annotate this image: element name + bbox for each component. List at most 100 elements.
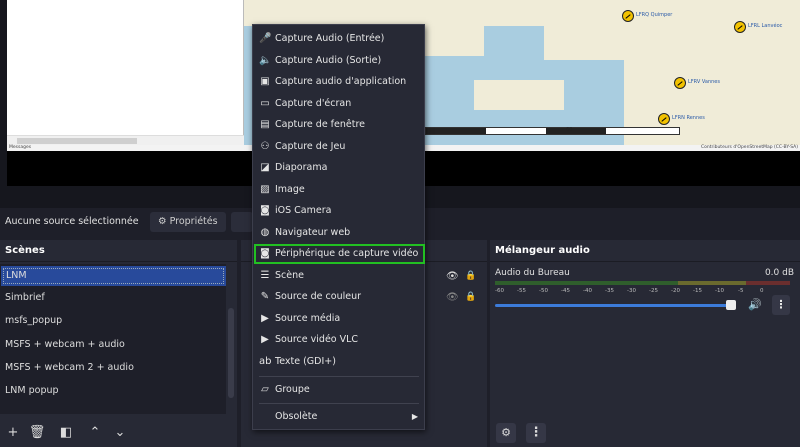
menu-item-label: Image	[275, 183, 305, 195]
move-down-button[interactable]: ⌄	[110, 423, 130, 443]
menu-item-deprecated[interactable]: Obsolète ▶	[253, 408, 424, 426]
airport-marker	[622, 10, 634, 22]
scene-item[interactable]: MSFS + webcam 2 + audio	[0, 356, 226, 379]
meter-tick: -20	[671, 288, 680, 294]
play-icon: ▶	[261, 312, 269, 324]
meter-ticks: -60 -55 -50 -45 -40 -35 -30 -25 -20 -15 …	[495, 288, 765, 298]
list-icon: ☰	[260, 269, 270, 281]
scene-filters-button[interactable]: ◧	[56, 423, 76, 443]
menu-item-label: Capture Audio (Entrée)	[275, 33, 385, 44]
menu-item-app-audio[interactable]: ▣ Capture audio d'application	[253, 73, 424, 91]
meter-tick: 0	[760, 288, 764, 294]
volume-meter	[495, 281, 790, 285]
airport-label: LFRL Lanvéoc	[748, 23, 783, 29]
menu-item-window-capture[interactable]: ▤ Capture de fenêtre	[253, 116, 424, 134]
airport-label: LFRQ Quimper	[636, 12, 673, 18]
menu-separator	[259, 376, 419, 377]
menu-item-audio-input[interactable]: 🎤 Capture Audio (Entrée)	[253, 30, 424, 48]
menu-item-label: Scène	[275, 269, 304, 281]
menu-item-vlc-source[interactable]: ▶ Source vidéo VLC	[253, 331, 424, 349]
meter-tick: -35	[605, 288, 614, 294]
camera-icon: ◙	[260, 205, 270, 216]
mixer-title: Mélangeur audio	[490, 240, 800, 262]
scale-label: 60	[566, 127, 573, 133]
menu-item-browser[interactable]: ◍ Navigateur web	[253, 224, 424, 242]
menu-item-video-capture-device[interactable]: ◙ Périphérique de capture vidéo	[254, 244, 425, 264]
scene-list: LNM Simbrief msfs_popup MSFS + webcam + …	[0, 264, 226, 414]
advanced-audio-button[interactable]: ⚙	[496, 423, 516, 443]
visibility-eye-icon[interactable]: 👁	[446, 271, 459, 282]
properties-button[interactable]: ⚙ Propriétés	[150, 212, 226, 232]
channel-name: Audio du Bureau	[495, 268, 570, 278]
remove-scene-button[interactable]: 🗑	[27, 423, 47, 443]
play-icon: ▶	[261, 334, 269, 345]
menu-item-label: Capture Audio (Sortie)	[275, 54, 382, 66]
scene-item[interactable]: MSFS + webcam + audio	[0, 333, 226, 356]
channel-db: 0.0 dB	[764, 268, 794, 278]
menu-item-label: Source vidéo VLC	[275, 334, 359, 345]
channel-menu-button[interactable]: ⋮	[772, 295, 790, 315]
menu-item-label: iOS Camera	[275, 205, 332, 216]
menu-item-label: Diaporama	[275, 162, 328, 173]
lock-icon[interactable]: 🔒	[465, 271, 476, 281]
airport-label: LFRV Vannes	[688, 79, 720, 85]
scenes-footer: + 🗑 ◧ ⌃ ⌄	[0, 419, 237, 447]
menu-item-audio-output[interactable]: 🔈 Capture Audio (Sortie)	[253, 52, 424, 70]
text-icon: ab	[259, 355, 272, 367]
filters-button[interactable]	[231, 212, 253, 232]
menu-item-color-source[interactable]: ✎ Source de couleur	[253, 288, 424, 306]
gear-icon: ⚙	[158, 216, 167, 227]
meter-tick: -25	[649, 288, 658, 294]
menu-item-slideshow[interactable]: ◪ Diaporama	[253, 159, 424, 177]
move-up-button[interactable]: ⌃	[85, 423, 105, 443]
no-source-label: Aucune source sélectionnée	[5, 216, 139, 227]
brush-icon: ✎	[260, 291, 270, 302]
folder-icon: ▱	[261, 384, 269, 395]
menu-item-media-source[interactable]: ▶ Source média	[253, 310, 424, 328]
menu-item-label: Source de couleur	[275, 291, 362, 302]
meter-tick: -40	[583, 288, 592, 294]
speaker-icon[interactable]: 🔊	[748, 298, 762, 311]
menu-item-display-capture[interactable]: ▭ Capture d'écran	[253, 95, 424, 113]
messages-label: Messages	[9, 145, 32, 150]
menu-item-scene[interactable]: ☰ Scène	[253, 267, 424, 285]
menu-item-game-capture[interactable]: ⚇ Capture de Jeu	[253, 138, 424, 156]
volume-slider-handle[interactable]	[726, 300, 736, 310]
scene-item[interactable]: LNM popup	[0, 379, 226, 402]
meter-tick: -50	[539, 288, 548, 294]
airport-marker	[658, 113, 670, 125]
microphone-icon: 🎤	[259, 33, 272, 44]
menu-separator	[259, 403, 419, 404]
menu-item-ios-camera[interactable]: ◙ iOS Camera	[253, 202, 424, 220]
scenes-title: Scènes	[0, 240, 237, 262]
mixer-menu-button[interactable]: ⋮	[526, 423, 546, 443]
menu-item-group[interactable]: ▱ Groupe	[253, 381, 424, 399]
airport-marker	[674, 77, 686, 89]
scenes-scrollbar[interactable]	[228, 308, 234, 398]
add-source-context-menu: 🎤 Capture Audio (Entrée) 🔈 Capture Audio (…	[252, 24, 425, 430]
scene-item[interactable]: LNM	[1, 266, 226, 286]
menu-item-image[interactable]: ▨ Image	[253, 181, 424, 199]
volume-slider-track[interactable]	[495, 304, 733, 307]
scene-item[interactable]: Simbrief	[0, 286, 226, 309]
menu-item-label: Navigateur web	[275, 226, 351, 238]
attribution-label: Contributeurs d'OpenStreetMap (CC-BY-SA)	[700, 145, 798, 150]
monitor-icon: ▭	[260, 97, 270, 109]
meter-tick: -5	[738, 288, 744, 294]
chevron-right-icon: ▶	[411, 412, 418, 421]
menu-item-label: Capture de Jeu	[275, 140, 346, 152]
menu-item-label: Capture de fenêtre	[275, 119, 366, 130]
lock-icon[interactable]: 🔒	[465, 292, 476, 302]
menu-item-label: Périphérique de capture vidéo	[275, 248, 419, 259]
hidden-eye-icon[interactable]: 👁	[446, 292, 459, 303]
meter-tick: -30	[627, 288, 636, 294]
airport-label: LFRN Rennes	[672, 115, 705, 121]
sidebar-pane	[7, 0, 244, 145]
horizontal-scrollbar[interactable]	[7, 135, 244, 145]
meter-tick: -45	[561, 288, 570, 294]
menu-item-label: Groupe	[275, 384, 310, 395]
add-scene-button[interactable]: +	[3, 423, 23, 443]
scenes-dock: Scènes LNM Simbrief msfs_popup MSFS + we…	[0, 240, 237, 447]
scene-item[interactable]: msfs_popup	[0, 309, 226, 332]
menu-item-text[interactable]: ab Texte (GDI+)	[253, 353, 424, 371]
